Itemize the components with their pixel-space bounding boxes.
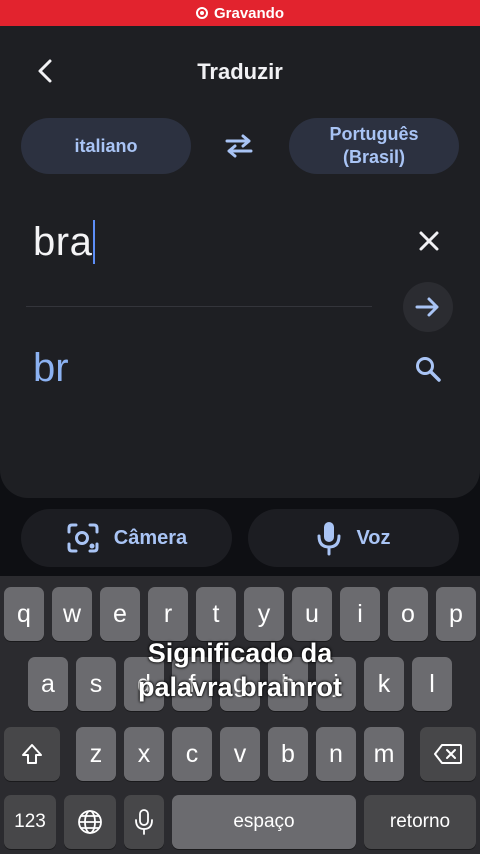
key-t[interactable]: t (196, 587, 236, 641)
key-h[interactable]: h (268, 657, 308, 711)
key-w[interactable]: w (52, 587, 92, 641)
camera-label: Câmera (113, 526, 188, 549)
globe-key[interactable] (64, 795, 116, 849)
source-language-label: italiano (74, 135, 138, 156)
microphone-icon (317, 522, 341, 556)
recording-label: Gravando (213, 4, 285, 22)
page-title: Traduzir (197, 59, 283, 84)
voice-label: Voz (356, 526, 391, 549)
key-y[interactable]: y (244, 587, 284, 641)
key-a[interactable]: a (28, 657, 68, 711)
voice-button[interactable]: Voz (248, 509, 459, 567)
key-b[interactable]: b (268, 727, 308, 781)
source-language-button[interactable]: italiano (21, 118, 191, 174)
recording-indicator: Gravando (0, 0, 480, 26)
swap-languages-button[interactable] (220, 130, 258, 162)
backspace-key[interactable] (420, 727, 476, 781)
backspace-icon (434, 744, 462, 764)
key-n[interactable]: n (316, 727, 356, 781)
swap-arrows-icon (225, 134, 253, 158)
translate-input[interactable]: bra (33, 214, 96, 270)
shift-key[interactable] (4, 727, 60, 781)
key-g[interactable]: g (220, 657, 260, 711)
key-v[interactable]: v (220, 727, 260, 781)
target-language-line1: Português (329, 124, 419, 144)
target-language-label: Português (Brasil) (329, 123, 418, 169)
key-d[interactable]: d (124, 657, 164, 711)
key-m[interactable]: m (364, 727, 404, 781)
arrow-forward-icon (415, 297, 439, 317)
globe-icon (78, 810, 102, 834)
text-caret (93, 220, 96, 264)
key-e[interactable]: e (100, 587, 140, 641)
close-icon (419, 231, 439, 251)
key-u[interactable]: u (292, 587, 332, 641)
dictation-key[interactable] (124, 795, 164, 849)
search-icon (416, 357, 441, 382)
return-key[interactable]: retorno (364, 795, 476, 849)
record-icon (195, 7, 208, 19)
target-language-line2: (Brasil) (342, 147, 405, 167)
suggestion-item[interactable]: br (33, 346, 69, 391)
keyboard: q w e r t y u i o p a s d f g h j k l z … (0, 576, 480, 854)
key-c[interactable]: c (172, 727, 212, 781)
key-i[interactable]: i (340, 587, 380, 641)
shift-icon (22, 744, 42, 764)
space-key[interactable]: espaço (172, 795, 356, 849)
key-j[interactable]: j (316, 657, 356, 711)
key-s[interactable]: s (76, 657, 116, 711)
app-header: Traduzir (0, 26, 480, 118)
key-q[interactable]: q (4, 587, 44, 641)
input-divider (26, 306, 372, 307)
camera-button[interactable]: Câmera (21, 509, 232, 567)
key-z[interactable]: z (76, 727, 116, 781)
clear-button[interactable] (412, 224, 446, 258)
key-r[interactable]: r (148, 587, 188, 641)
key-f[interactable]: f (172, 657, 212, 711)
numbers-key[interactable]: 123 (4, 795, 56, 849)
input-text: bra (33, 219, 93, 264)
key-p[interactable]: p (436, 587, 476, 641)
suggestion-search-button[interactable] (411, 352, 445, 386)
target-language-button[interactable]: Português (Brasil) (289, 118, 459, 174)
key-k[interactable]: k (364, 657, 404, 711)
key-l[interactable]: l (412, 657, 452, 711)
translate-go-button[interactable] (403, 282, 453, 332)
camera-lens-icon (67, 523, 99, 553)
key-o[interactable]: o (388, 587, 428, 641)
microphone-icon (135, 809, 153, 835)
key-x[interactable]: x (124, 727, 164, 781)
